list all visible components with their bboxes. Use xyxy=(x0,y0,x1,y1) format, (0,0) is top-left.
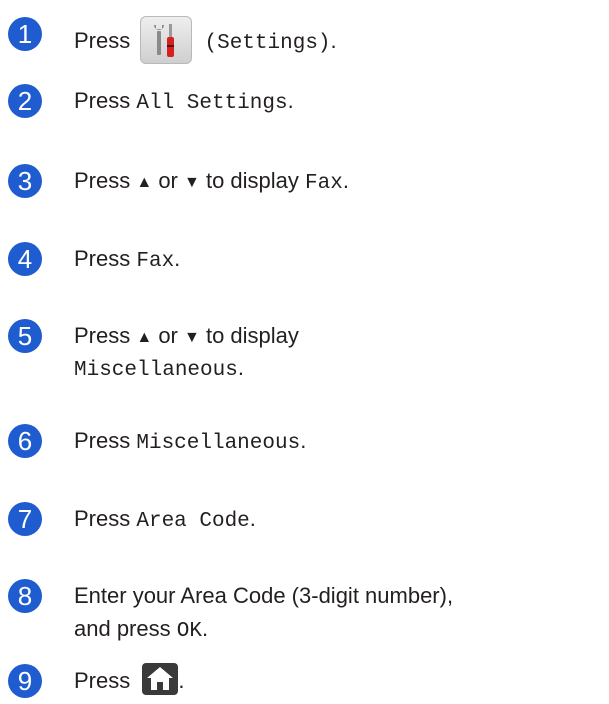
step-text: Press ▲ or ▼ to display xyxy=(74,320,299,355)
step-text-line-2: Miscellaneous. xyxy=(74,352,244,387)
step-text-prefix: Press xyxy=(74,88,137,113)
up-arrow-icon: ▲ xyxy=(136,329,153,346)
step-text-suffix: . xyxy=(287,88,294,113)
step-text-prefix: Press xyxy=(74,323,137,348)
settings-icon xyxy=(140,16,193,64)
step-text-suffix: . xyxy=(178,668,185,693)
step-text-or: or xyxy=(152,168,184,193)
step-number-badge: 1 xyxy=(8,17,42,51)
step-text-suffix: . xyxy=(249,506,256,531)
step-text-prefix: Press xyxy=(74,668,131,693)
step-text-prefix: Press xyxy=(74,168,137,193)
step-text-or: or xyxy=(152,323,184,348)
step-text: Press . xyxy=(74,663,185,698)
step-text-suffix: . xyxy=(237,355,244,380)
step-text: Press ▲ or ▼ to display Fax. xyxy=(74,165,349,200)
step-menu-label: Fax xyxy=(136,250,175,273)
step-text-middle: to display xyxy=(199,168,306,193)
step-number-badge: 8 xyxy=(8,579,42,613)
step-text: Press (Settings). xyxy=(74,16,337,66)
settings-icon-graphic xyxy=(154,24,175,57)
step-menu-label: Miscellaneous xyxy=(136,432,301,455)
step-text-prefix: Press xyxy=(74,428,137,453)
step-number-badge: 7 xyxy=(8,502,42,536)
step-menu-label: Miscellaneous xyxy=(74,359,238,382)
step-number-badge: 4 xyxy=(8,242,42,276)
home-icon xyxy=(142,663,179,696)
step-text-suffix: . xyxy=(174,246,181,271)
step-menu-label: Area Code xyxy=(136,510,250,533)
step-text-middle: to display xyxy=(199,323,299,348)
step-number-badge: 2 xyxy=(8,84,42,118)
step-menu-label: All Settings xyxy=(136,92,288,115)
step-text-prefix: Press xyxy=(74,246,137,271)
step-text: Press Fax. xyxy=(74,243,180,278)
up-arrow-icon: ▲ xyxy=(136,174,153,191)
step-text-prefix: and press xyxy=(74,616,177,641)
step-text: Press Miscellaneous. xyxy=(74,425,306,460)
step-text-suffix: . xyxy=(342,168,349,193)
step-menu-label: Fax xyxy=(305,172,343,195)
step-text: Press Area Code. xyxy=(74,503,256,538)
down-arrow-icon: ▼ xyxy=(184,174,200,191)
step-number-badge: 9 xyxy=(8,664,42,698)
step-text: Press All Settings. xyxy=(74,85,294,120)
step-number-badge: 3 xyxy=(8,164,42,198)
down-arrow-icon: ▼ xyxy=(184,329,200,346)
step-text-suffix: . xyxy=(300,428,307,453)
step-number-badge: 5 xyxy=(8,319,42,353)
step-text-prefix: Press xyxy=(74,27,131,53)
step-text-line-2: and press OK. xyxy=(74,613,208,648)
step-number-badge: 6 xyxy=(8,424,42,458)
step-menu-label: OK xyxy=(176,620,202,643)
step-menu-label: (Settings) xyxy=(204,31,331,55)
step-text-suffix: . xyxy=(201,616,209,641)
home-icon-graphic xyxy=(147,667,174,691)
step-text-prefix: Press xyxy=(74,506,137,531)
step-text: Enter your Area Code (3-digit number), xyxy=(74,583,454,608)
step-text-suffix: . xyxy=(330,27,337,53)
